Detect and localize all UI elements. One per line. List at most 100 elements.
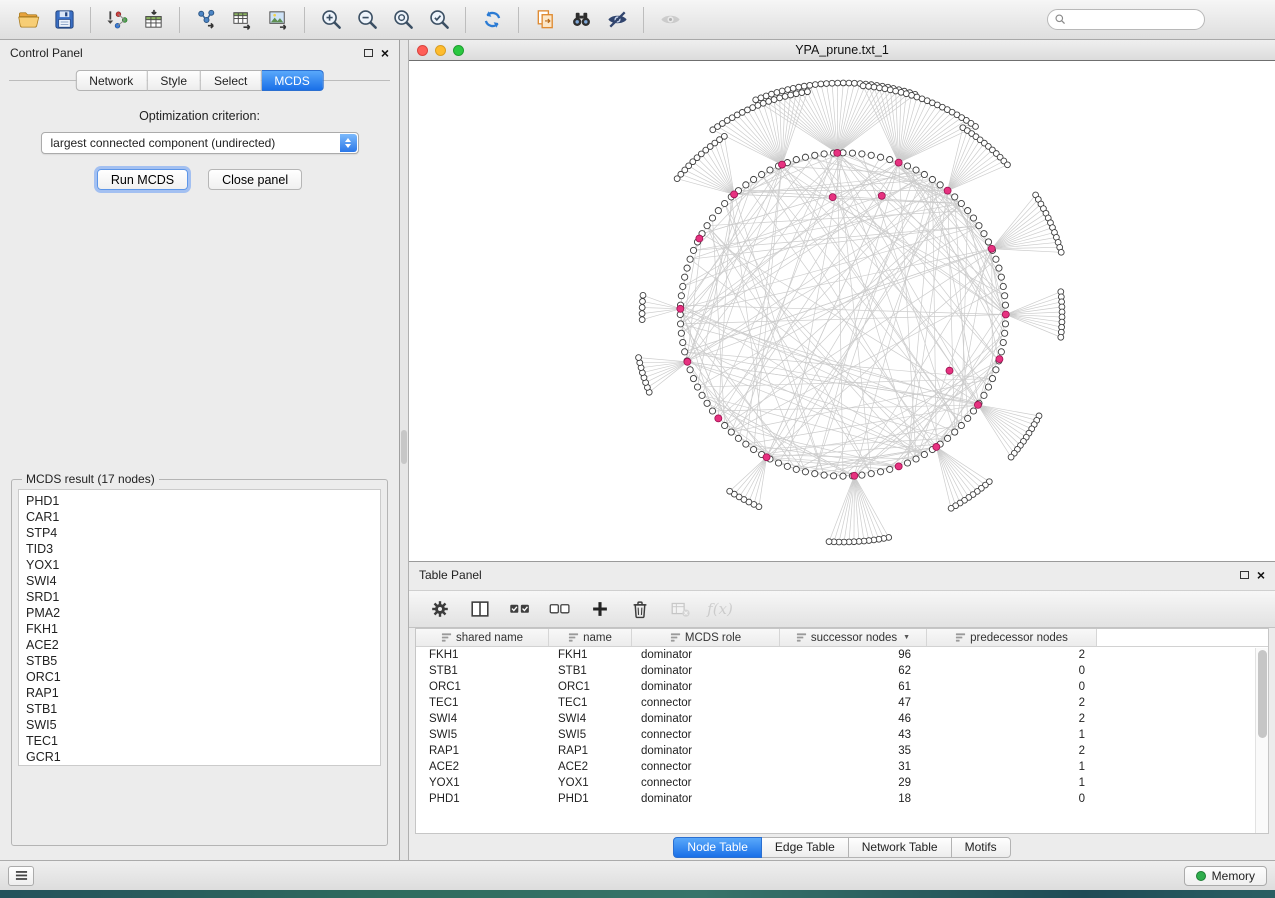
column-header[interactable]: MCDS role xyxy=(632,629,780,646)
mcds-node-item[interactable]: YOX1 xyxy=(26,557,380,573)
tab-edge-table[interactable]: Edge Table xyxy=(762,837,849,858)
column-header[interactable]: successor nodes▼ xyxy=(780,629,927,646)
toggle-columns-icon[interactable] xyxy=(465,595,495,623)
mcds-node-item[interactable]: FKH1 xyxy=(26,621,380,637)
tab-style[interactable]: Style xyxy=(147,70,201,91)
network-titlebar[interactable]: YPA_prune.txt_1 xyxy=(409,40,1275,61)
table-row[interactable]: YOX1YOX1connector291 xyxy=(416,775,1268,791)
mcds-node-item[interactable]: CAR1 xyxy=(26,509,380,525)
show-all-icon[interactable] xyxy=(652,5,688,35)
table-scrollbar[interactable] xyxy=(1255,648,1268,833)
zoom-out-icon[interactable] xyxy=(349,5,385,35)
toolbar-separator xyxy=(304,7,305,33)
table-row[interactable]: SWI4SWI4dominator462 xyxy=(416,711,1268,727)
network-canvas-svg xyxy=(409,61,1275,561)
tab-network-table[interactable]: Network Table xyxy=(849,837,952,858)
mcds-node-item[interactable]: PHD1 xyxy=(26,493,380,509)
search-input[interactable] xyxy=(1067,13,1198,27)
table-row[interactable]: ACE2ACE2connector311 xyxy=(416,759,1268,775)
export-image-icon[interactable] xyxy=(260,5,296,35)
mcds-result-list[interactable]: PHD1CAR1STP4TID3YOX1SWI4SRD1PMA2FKH1ACE2… xyxy=(18,489,381,766)
refresh-icon[interactable] xyxy=(474,5,510,35)
zoom-fit-icon[interactable] xyxy=(385,5,421,35)
deselect-all-icon[interactable] xyxy=(545,595,575,623)
table-row[interactable]: TEC1TEC1connector472 xyxy=(416,695,1268,711)
splitter-thumb[interactable] xyxy=(401,430,407,464)
open-file-icon[interactable] xyxy=(10,5,46,35)
export-network-icon[interactable] xyxy=(188,5,224,35)
table-header-row: shared namenameMCDS rolesuccessor nodes▼… xyxy=(416,629,1268,647)
mcds-node-item[interactable]: PMA2 xyxy=(26,605,380,621)
tab-network[interactable]: Network xyxy=(75,70,147,91)
tab-motifs[interactable]: Motifs xyxy=(952,837,1011,858)
copy-network-icon[interactable] xyxy=(527,5,563,35)
mcds-node-item[interactable]: SRD1 xyxy=(26,589,380,605)
table-cell: STB1 xyxy=(416,665,549,677)
float-table-panel-icon[interactable] xyxy=(1240,571,1249,579)
select-all-icon[interactable] xyxy=(505,595,535,623)
import-table-icon[interactable] xyxy=(135,5,171,35)
column-header[interactable]: shared name xyxy=(416,629,549,646)
close-panel-button[interactable]: Close panel xyxy=(208,169,302,190)
mcds-node-item[interactable]: ACE2 xyxy=(26,637,380,653)
mcds-node-item[interactable]: ORC1 xyxy=(26,669,380,685)
zoom-selected-icon[interactable] xyxy=(421,5,457,35)
table-row[interactable]: ORC1ORC1dominator610 xyxy=(416,679,1268,695)
control-panel-tabs: NetworkStyleSelectMCDS xyxy=(75,70,323,91)
network-view[interactable] xyxy=(409,61,1275,561)
zoom-in-icon[interactable] xyxy=(313,5,349,35)
delete-rows-icon[interactable] xyxy=(625,595,655,623)
tab-node-table[interactable]: Node Table xyxy=(673,837,762,858)
clear-table-icon[interactable] xyxy=(665,595,695,623)
application-window: Control Panel × NetworkStyleSelectMCDS O… xyxy=(0,0,1275,898)
mcds-node-item[interactable]: SWI4 xyxy=(26,573,380,589)
table-row[interactable]: SWI5SWI5connector431 xyxy=(416,727,1268,743)
table-cell: TEC1 xyxy=(416,697,549,709)
table-cell: dominator xyxy=(632,649,780,661)
column-sort-icon xyxy=(568,632,579,643)
table-options-icon[interactable] xyxy=(425,595,455,623)
panel-menu-button[interactable] xyxy=(8,866,34,886)
panel-splitter[interactable] xyxy=(400,40,409,860)
column-header[interactable]: name xyxy=(549,629,632,646)
mcds-node-item[interactable]: STB1 xyxy=(26,701,380,717)
mcds-node-item[interactable]: STP4 xyxy=(26,525,380,541)
criterion-dropdown[interactable]: largest connected component (undirected) xyxy=(41,132,359,154)
tab-mcds[interactable]: MCDS xyxy=(261,70,323,91)
add-column-icon[interactable] xyxy=(585,595,615,623)
column-sort-icon xyxy=(955,632,966,643)
table-row[interactable]: FKH1FKH1dominator962 xyxy=(416,647,1268,663)
maximize-window-button[interactable] xyxy=(453,45,464,56)
minimize-window-button[interactable] xyxy=(435,45,446,56)
tab-select[interactable]: Select xyxy=(201,70,261,91)
table-toolbar-icons: f(x) xyxy=(409,590,1275,628)
table-row[interactable]: PHD1PHD1dominator180 xyxy=(416,791,1268,807)
search-box[interactable] xyxy=(1047,9,1205,30)
table-row[interactable]: STB1STB1dominator620 xyxy=(416,663,1268,679)
mcds-node-item[interactable]: TID3 xyxy=(26,541,380,557)
mcds-node-item[interactable]: STB5 xyxy=(26,653,380,669)
close-table-panel-icon[interactable]: × xyxy=(1257,570,1265,580)
import-network-icon[interactable] xyxy=(99,5,135,35)
close-panel-icon[interactable]: × xyxy=(381,48,389,58)
list-menu-icon xyxy=(14,869,29,882)
function-builder-icon[interactable]: f(x) xyxy=(705,595,735,623)
save-icon[interactable] xyxy=(46,5,82,35)
memory-button[interactable]: Memory xyxy=(1184,866,1267,886)
table-scrollbar-thumb[interactable] xyxy=(1258,650,1267,738)
column-menu-icon[interactable]: ▼ xyxy=(903,634,910,641)
table-row[interactable]: RAP1RAP1dominator352 xyxy=(416,743,1268,759)
float-panel-icon[interactable] xyxy=(364,49,373,57)
export-table-icon[interactable] xyxy=(224,5,260,35)
close-window-button[interactable] xyxy=(417,45,428,56)
mcds-node-item[interactable]: GCR1 xyxy=(26,749,380,765)
find-icon[interactable] xyxy=(563,5,599,35)
mcds-node-item[interactable]: SWI5 xyxy=(26,717,380,733)
table-cell: 0 xyxy=(927,665,1097,677)
column-header[interactable]: predecessor nodes xyxy=(927,629,1097,646)
mcds-node-item[interactable]: TEC1 xyxy=(26,733,380,749)
hide-selected-icon[interactable] xyxy=(599,5,635,35)
run-mcds-button[interactable]: Run MCDS xyxy=(97,169,188,190)
table-cell: 18 xyxy=(780,793,927,805)
mcds-node-item[interactable]: RAP1 xyxy=(26,685,380,701)
